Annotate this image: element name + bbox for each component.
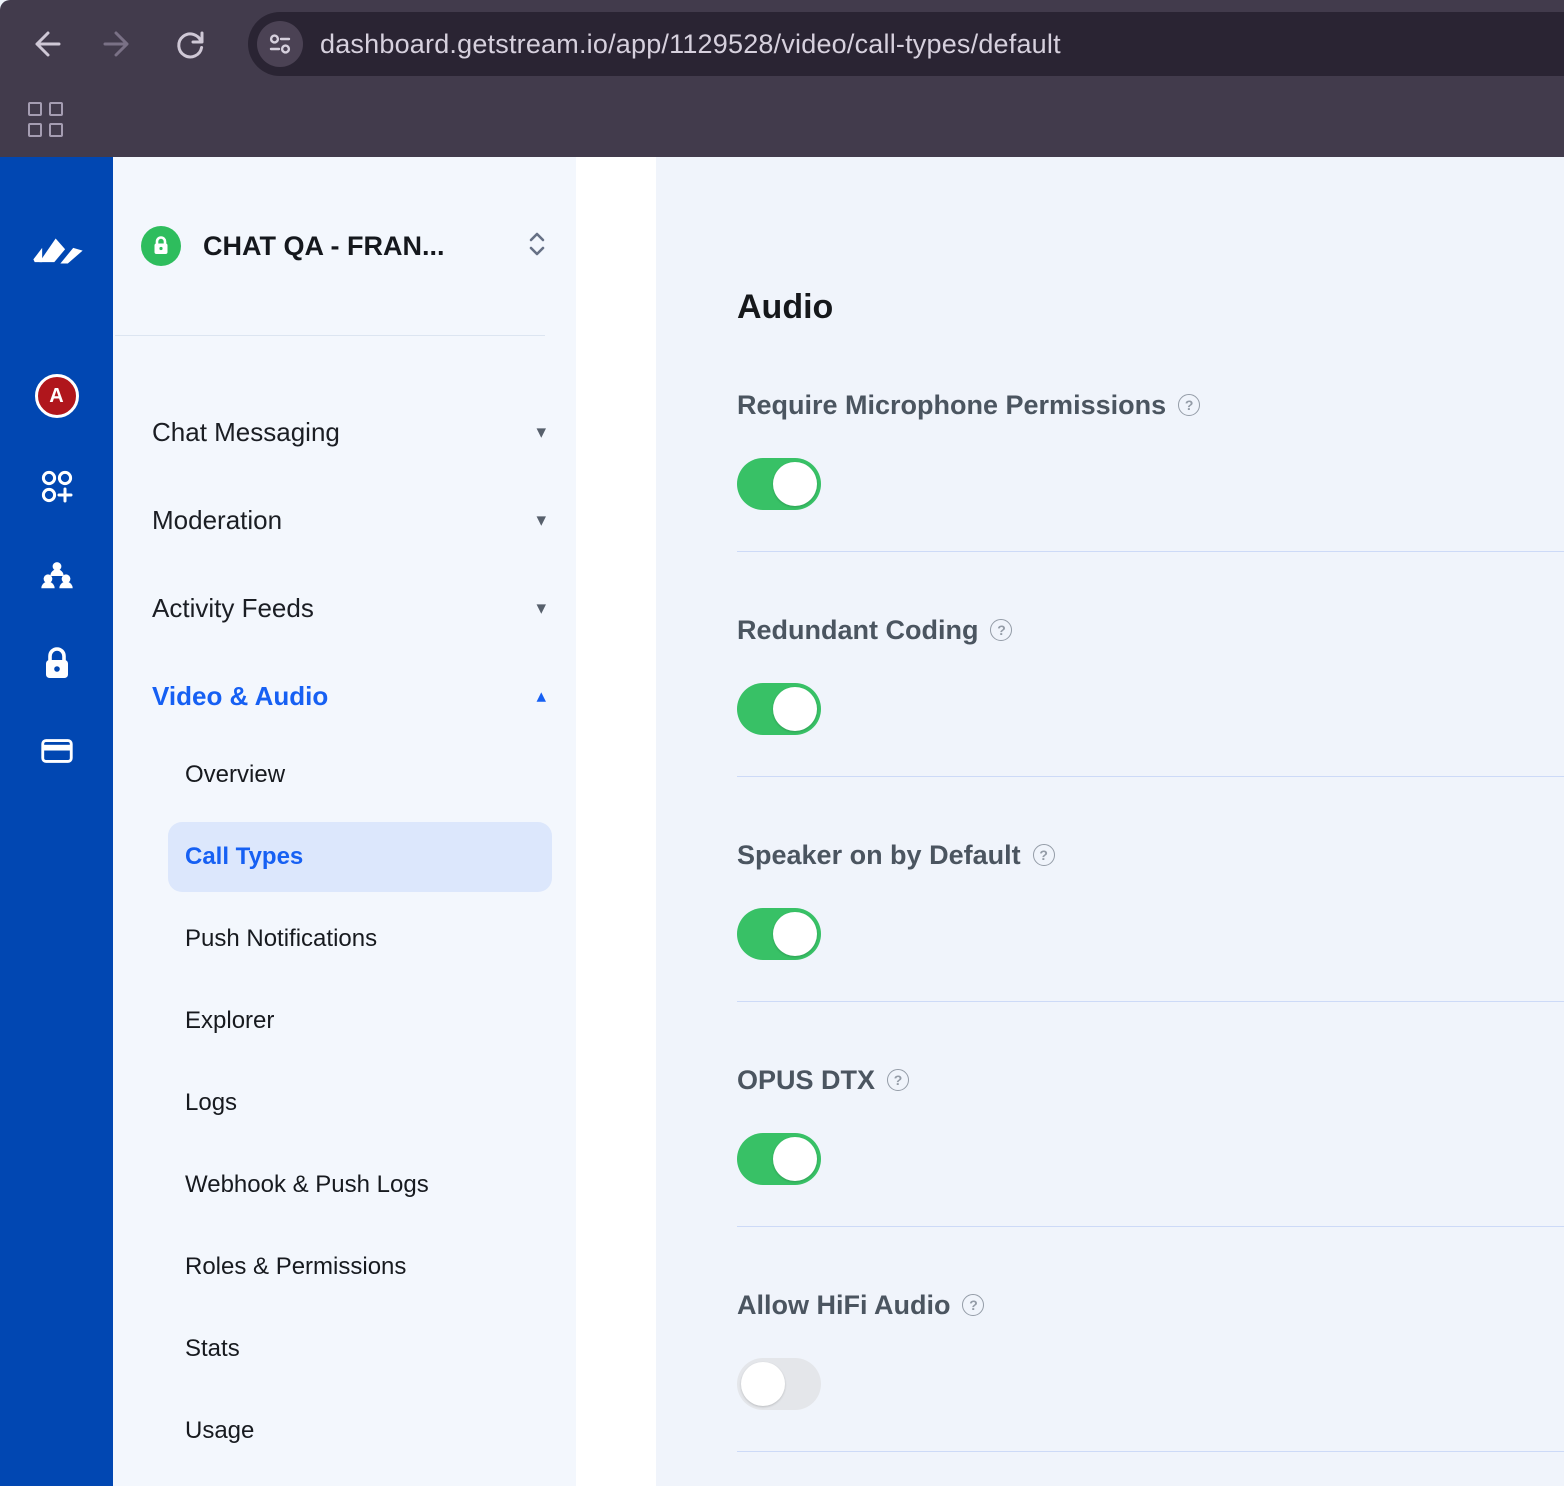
toggle-switch[interactable] [737, 1133, 821, 1185]
app-name: CHAT QA - FRAN... [203, 231, 444, 262]
lock-icon [38, 644, 76, 682]
sidebar-item-call-types[interactable]: Call Types [168, 822, 552, 892]
video-audio-submenu: Overview Call Types Push Notifications E… [113, 740, 576, 1466]
back-icon [27, 25, 65, 63]
sidebar-item-explorer[interactable]: Explorer [168, 986, 552, 1056]
help-icon[interactable]: ? [990, 619, 1012, 641]
sidebar-section-video-audio[interactable]: Video & Audio ▴ [152, 652, 546, 740]
tab-groups-button[interactable] [25, 99, 65, 139]
credit-card-icon [38, 731, 76, 771]
toggle-switch[interactable] [737, 908, 821, 960]
toggle-switch[interactable] [737, 683, 821, 735]
content-gutter [576, 157, 656, 1486]
sidebar-section-activity-feeds[interactable]: Activity Feeds ▾ [152, 564, 546, 652]
sidebar-item-roles-permissions[interactable]: Roles & Permissions [168, 1232, 552, 1302]
setting-row-speaker-on-by-default: Speaker on by Default ? [737, 777, 1564, 1002]
forward-button[interactable] [98, 24, 138, 64]
app-rail: A [0, 157, 113, 1486]
app-selector[interactable]: CHAT QA - FRAN... [113, 157, 576, 271]
setting-row-allow-hifi-audio: Allow HiFi Audio ? [737, 1227, 1564, 1452]
browser-chrome: dashboard.getstream.io/app/1129528/video… [0, 0, 1564, 157]
caret-icon: ▴ [536, 685, 546, 708]
sidebar-section-chat-messaging[interactable]: Chat Messaging ▾ [152, 388, 546, 476]
sidebar-item-webhook-push-logs[interactable]: Webhook & Push Logs [168, 1150, 552, 1220]
help-icon[interactable]: ? [887, 1069, 909, 1091]
team-icon [38, 555, 76, 595]
sidebar-item-logs[interactable]: Logs [168, 1068, 552, 1138]
caret-icon: ▾ [536, 421, 546, 444]
settings-list: Require Microphone Permissions ? Redunda… [737, 327, 1564, 1452]
back-button[interactable] [26, 24, 66, 64]
security-button[interactable] [38, 644, 76, 682]
sidebar-item-stats[interactable]: Stats [168, 1314, 552, 1384]
help-icon[interactable]: ? [962, 1294, 984, 1316]
team-button[interactable] [38, 556, 76, 594]
sidebar-item-push-notifications[interactable]: Push Notifications [168, 904, 552, 974]
url-bar[interactable]: dashboard.getstream.io/app/1129528/video… [248, 12, 1564, 76]
apps-button[interactable] [38, 468, 76, 506]
sidebar-section-moderation[interactable]: Moderation ▾ [152, 476, 546, 564]
app-lock-badge [141, 226, 181, 266]
toggle-switch[interactable] [737, 1358, 821, 1410]
apps-add-icon [38, 468, 76, 506]
caret-icon: ▾ [536, 597, 546, 620]
sidebar-item-usage[interactable]: Usage [168, 1396, 552, 1466]
sidebar-item-overview[interactable]: Overview [168, 740, 552, 810]
toggle-knob [773, 912, 817, 956]
reload-button[interactable] [170, 24, 210, 64]
page-title: Audio [737, 287, 1564, 327]
unfold-icon [524, 229, 550, 264]
toggle-knob [773, 1137, 817, 1181]
url-text[interactable]: dashboard.getstream.io/app/1129528/video… [320, 29, 1061, 60]
setting-row-require-microphone-permissions: Require Microphone Permissions ? [737, 327, 1564, 552]
app-lock-icon [150, 235, 172, 257]
caret-icon: ▾ [536, 509, 546, 532]
stream-logo[interactable] [23, 227, 91, 286]
sidebar-nav: Chat Messaging ▾ Moderation ▾ Activity F… [113, 388, 576, 740]
toggle-knob [773, 687, 817, 731]
grid-icon [28, 102, 63, 137]
avatar[interactable]: A [35, 374, 79, 418]
main-content: Audio Require Microphone Permissions ? R… [656, 157, 1564, 1486]
reload-icon [171, 25, 209, 63]
billing-button[interactable] [38, 732, 76, 770]
tune-icon [266, 30, 294, 58]
setting-row-redundant-coding: Redundant Coding ? [737, 552, 1564, 777]
toggle-knob [741, 1362, 785, 1406]
setting-row-opus-dtx: OPUS DTX ? [737, 1002, 1564, 1227]
help-icon[interactable]: ? [1178, 394, 1200, 416]
site-settings-button[interactable] [257, 21, 303, 67]
toggle-knob [773, 462, 817, 506]
sidebar-divider [115, 335, 545, 336]
toggle-switch[interactable] [737, 458, 821, 510]
sidebar: CHAT QA - FRAN... Chat Messaging ▾ Moder… [113, 157, 576, 1486]
help-icon[interactable]: ? [1033, 844, 1055, 866]
forward-icon [99, 25, 137, 63]
